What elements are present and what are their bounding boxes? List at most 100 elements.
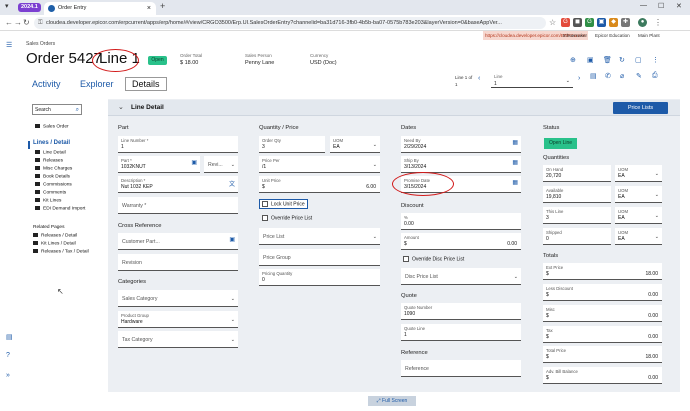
reload-icon[interactable]: ↻ bbox=[23, 18, 30, 27]
open-line-button[interactable]: Open Line bbox=[544, 138, 577, 149]
site-info-icon[interactable]: ⚿ bbox=[38, 17, 43, 29]
sidebar-expand-icon[interactable]: » bbox=[6, 372, 10, 379]
maximize-icon[interactable]: ☐ bbox=[658, 2, 664, 10]
sidebar-item-commissions[interactable]: Commissions bbox=[35, 182, 72, 187]
related-releases-tax-detail[interactable]: Releases / Tax / Detail bbox=[33, 249, 89, 254]
sidebar-item-misc-charges[interactable]: Misc Charges bbox=[35, 166, 72, 171]
tab-menu-icon[interactable]: ▾ bbox=[5, 2, 9, 10]
profile-chip[interactable]: 2024.1 bbox=[18, 3, 41, 12]
forward-icon[interactable]: → bbox=[14, 18, 22, 27]
line-detail-header[interactable]: ⌄ Line Detail bbox=[108, 100, 680, 116]
lock-unit-price-checkbox[interactable]: Lock Unit Price bbox=[259, 199, 308, 210]
override-price-list-checkbox[interactable]: Override Price List bbox=[262, 215, 312, 221]
phone-icon[interactable]: ✆ bbox=[605, 72, 611, 80]
print-icon[interactable]: ⎙ bbox=[652, 72, 658, 80]
attachment-icon[interactable]: ⌀ bbox=[620, 72, 624, 80]
new-tab-icon[interactable]: + bbox=[160, 1, 165, 11]
chat-icon[interactable]: ▤ bbox=[6, 333, 13, 341]
extension-blue-icon[interactable]: ▣ bbox=[597, 18, 606, 27]
puzzle-icon[interactable]: ✚ bbox=[621, 18, 630, 27]
calendar-icon[interactable]: ▦ bbox=[512, 159, 518, 166]
related-kit-lines-detail[interactable]: Kit Lines / Detail bbox=[33, 241, 76, 246]
this-line-uom-select[interactable]: UOM EA ⌄ bbox=[615, 207, 662, 224]
tab-activity[interactable]: Activity bbox=[32, 79, 61, 89]
bookmark-tchoemaker[interactable]: tchoemaker bbox=[563, 31, 587, 40]
minimize-icon[interactable]: — bbox=[640, 2, 647, 9]
grammar-extension-icon[interactable]: G bbox=[585, 18, 594, 27]
discount-percent-field[interactable]: % 0.00 bbox=[401, 213, 521, 230]
notes-icon[interactable]: ▢ bbox=[635, 56, 642, 64]
sidebar-group-lines-detail[interactable]: Lines / Detail bbox=[33, 140, 70, 146]
on-hand-uom-select[interactable]: UOM EA ⌄ bbox=[615, 165, 662, 182]
customer-part-field[interactable]: Customer Part... ▣ bbox=[118, 233, 238, 250]
disc-price-list-select[interactable]: Disc Price List ⌄ bbox=[401, 268, 521, 285]
sales-category-select[interactable]: Sales Category ⌄ bbox=[118, 290, 238, 307]
bookmark-main-plant[interactable]: Main Plant bbox=[638, 31, 660, 40]
previous-line-icon[interactable]: ‹ bbox=[478, 75, 480, 82]
sidebar-item-kit-lines[interactable]: Kit Lines bbox=[35, 198, 61, 203]
tab-details[interactable]: Details bbox=[125, 77, 167, 91]
tools-icon[interactable]: ✎ bbox=[636, 72, 642, 80]
url-field[interactable]: ⚿ cloudea.developer.epicor.com/erpcurren… bbox=[34, 17, 546, 29]
help-icon[interactable]: ? bbox=[6, 352, 10, 359]
collapse-icon[interactable]: ⌄ bbox=[118, 103, 124, 111]
line-number-field[interactable]: Line Number * 1 bbox=[118, 136, 238, 153]
tab-explorer[interactable]: Explorer bbox=[80, 79, 114, 89]
profile-avatar-icon[interactable]: ● bbox=[638, 18, 647, 27]
full-screen-button[interactable]: ⤢ Full Screen bbox=[368, 396, 416, 406]
overflow-icon[interactable]: ⋮ bbox=[652, 56, 659, 64]
view-icon[interactable]: ▤ bbox=[590, 72, 597, 80]
back-icon[interactable]: ← bbox=[5, 18, 13, 27]
next-line-icon[interactable]: › bbox=[578, 75, 580, 82]
sidebar-item-line-detail[interactable]: Line Detail bbox=[35, 150, 66, 155]
save-icon[interactable]: ▣ bbox=[587, 56, 594, 64]
override-disc-price-list-checkbox[interactable]: Override Disc Price List bbox=[403, 256, 464, 262]
calendar-icon[interactable]: ▦ bbox=[512, 139, 518, 146]
related-releases-detail[interactable]: Releases / Detail bbox=[33, 233, 77, 238]
discount-amount-field[interactable]: Amount $ 0.00 bbox=[401, 233, 521, 250]
google-extension-icon[interactable]: G bbox=[561, 18, 570, 27]
tax-category-select[interactable]: Tax Category ⌄ bbox=[118, 331, 238, 348]
extension-icon[interactable]: ◼ bbox=[573, 18, 582, 27]
extension-orange-icon[interactable]: ◆ bbox=[609, 18, 618, 27]
add-icon[interactable]: ⊕ bbox=[570, 56, 576, 64]
part-field[interactable]: Part * 1032KNUT ▣ bbox=[118, 156, 200, 173]
sidebar-item-sales-order[interactable]: Sales Order bbox=[35, 124, 69, 129]
bookmark-epicor-education[interactable]: Epicor Education bbox=[595, 31, 630, 40]
sidebar-item-releases[interactable]: Releases bbox=[35, 158, 63, 163]
translate-icon[interactable]: 文 bbox=[229, 179, 235, 188]
sidebar-search-input[interactable]: Search ⌕ bbox=[32, 104, 82, 115]
shipped-uom-select[interactable]: UOM EA ⌄ bbox=[615, 228, 662, 245]
line-selector[interactable]: Line 1 ⌄ bbox=[491, 73, 573, 88]
price-lists-button[interactable]: Price Lists bbox=[613, 102, 668, 114]
cross-ref-revision-field[interactable]: Revision bbox=[118, 254, 238, 271]
close-tab-icon[interactable]: × bbox=[147, 2, 151, 15]
bookmark-star-icon[interactable]: ☆ bbox=[549, 18, 556, 27]
unit-price-field[interactable]: Unit Price $ 6.00 bbox=[259, 176, 380, 193]
search-icon[interactable]: ⌕ bbox=[76, 105, 79, 115]
product-group-select[interactable]: Product Group Hardware ⌄ bbox=[118, 311, 238, 328]
browser-tab-order-entry[interactable]: Order Entry × bbox=[44, 2, 156, 15]
reference-field[interactable]: Reference bbox=[401, 360, 521, 377]
price-list-select[interactable]: Price List ⌄ bbox=[259, 228, 380, 245]
breadcrumb[interactable]: Sales Orders bbox=[26, 41, 55, 47]
price-group-field[interactable]: Price Group bbox=[259, 249, 380, 266]
revision-select[interactable]: Revi... ⌄ bbox=[204, 156, 238, 173]
calendar-icon[interactable]: ▦ bbox=[512, 179, 518, 186]
close-window-icon[interactable]: ✕ bbox=[676, 2, 682, 10]
sidebar-item-comments[interactable]: Comments bbox=[35, 190, 66, 195]
browser-menu-icon[interactable]: ⋮ bbox=[654, 18, 662, 27]
need-by-field[interactable]: Need By 2/29/2024 ▦ bbox=[401, 136, 521, 153]
part-search-icon[interactable]: ▣ bbox=[191, 159, 197, 166]
warranty-field[interactable]: Warranty * bbox=[118, 197, 238, 214]
refresh-icon[interactable]: ↻ bbox=[619, 56, 625, 64]
description-field[interactable]: Description * Nut 1032 KEP 文 bbox=[118, 176, 238, 193]
price-per-select[interactable]: Price Per /1 ⌄ bbox=[259, 156, 380, 173]
sidebar-item-edi-demand-import[interactable]: EDI Demand Import bbox=[35, 206, 85, 211]
available-uom-select[interactable]: UOM EA ⌄ bbox=[615, 186, 662, 203]
order-qty-field[interactable]: Order Qty 3 bbox=[259, 136, 325, 153]
delete-icon[interactable]: 🗑 bbox=[603, 56, 612, 64]
sidebar-item-book-details[interactable]: Book Details bbox=[35, 174, 70, 179]
ship-by-field[interactable]: Ship By 3/13/2024 ▦ bbox=[401, 156, 521, 173]
quote-number-field[interactable]: Quote Number 1090 bbox=[401, 303, 521, 320]
